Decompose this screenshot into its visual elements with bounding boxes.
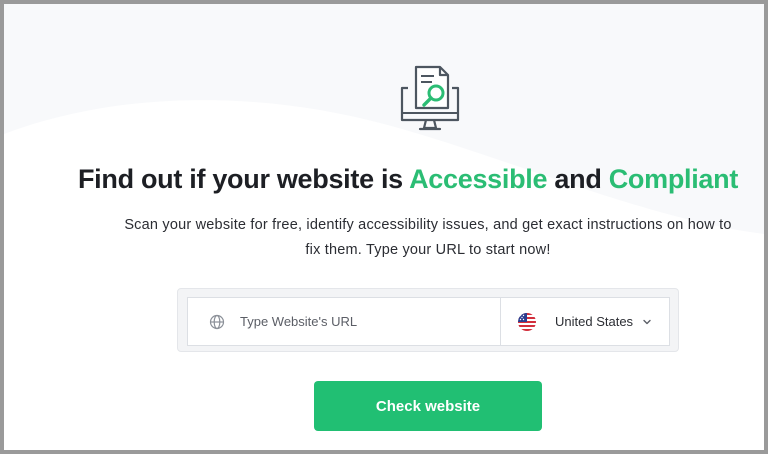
chevron-down-icon	[643, 319, 651, 324]
title-middle: and	[547, 164, 609, 194]
page-title: Find out if your website is Accessible a…	[4, 164, 764, 195]
country-select-label: United States	[555, 314, 634, 329]
url-field[interactable]	[188, 298, 501, 345]
country-select[interactable]: United States	[501, 298, 669, 345]
title-accent-accessible: Accessible	[409, 164, 548, 194]
website-url-input[interactable]	[238, 313, 492, 330]
page-frame: Find out if your website is Accessible a…	[4, 4, 764, 450]
monitor-document-search-icon	[400, 65, 460, 131]
us-flag-icon	[518, 312, 536, 331]
title-accent-compliant: Compliant	[608, 164, 739, 194]
globe-icon	[209, 314, 225, 329]
scan-form: United States	[177, 288, 679, 352]
check-website-button[interactable]: Check website	[314, 381, 542, 431]
scan-form-fields: United States	[187, 297, 670, 346]
title-prefix: Find out if your website is	[77, 164, 410, 194]
page-subtitle: Scan your website for free, identify acc…	[124, 217, 732, 258]
